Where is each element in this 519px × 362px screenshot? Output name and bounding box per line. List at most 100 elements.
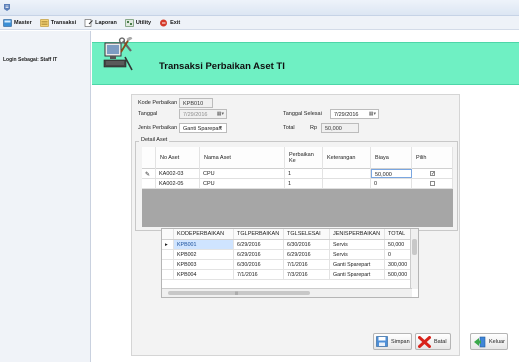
cell-tgl[interactable]: 7/1/2016 — [234, 270, 284, 279]
cell-biaya[interactable]: 50,000 — [371, 169, 412, 178]
menu-exit[interactable]: Exit — [159, 19, 180, 27]
col-total[interactable]: TOTAL — [385, 229, 412, 239]
kode-field: KPB010 — [179, 98, 213, 108]
cell-total[interactable]: 50,000 — [385, 240, 412, 249]
menu-master[interactable]: Master — [3, 18, 32, 27]
detail-aset-group: Detail Aset No Aset Nama Aset Perbaikan … — [135, 137, 458, 231]
scroll-thumb[interactable] — [412, 239, 417, 255]
cell-total[interactable]: 500,000 — [385, 270, 412, 279]
kode-value: KPB010 — [183, 101, 204, 107]
cell-pilih[interactable] — [412, 179, 453, 188]
col-keterangan[interactable]: Keterangan — [323, 147, 371, 169]
cell-jenis[interactable]: Ganti Sparepart — [330, 260, 385, 269]
pilih-checkbox-checked[interactable]: ✓ — [430, 171, 435, 177]
table-row[interactable]: KPB002 6/29/2016 6/29/2016 Servis 0 — [162, 250, 412, 260]
scroll-thumb[interactable] — [168, 291, 310, 295]
cell-selesai[interactable]: 7/1/2016 — [284, 260, 330, 269]
table-row[interactable]: KPB004 7/1/2016 7/3/2016 Ganti Sparepart… — [162, 270, 412, 280]
header-band: Transaksi Perbaikan Aset TI — [92, 37, 519, 85]
save-icon — [376, 336, 388, 347]
horizontal-scrollbar[interactable]: ||| — [162, 288, 412, 297]
row-marker — [162, 270, 174, 279]
col-nama-aset[interactable]: Nama Aset — [200, 147, 285, 169]
menu-laporan[interactable]: Laporan — [84, 18, 117, 27]
cell-selesai[interactable]: 6/30/2016 — [284, 240, 330, 249]
cell-total[interactable]: 0 — [385, 250, 412, 259]
current-row-icon: ▸ — [162, 240, 174, 249]
cell-selesai[interactable]: 7/3/2016 — [284, 270, 330, 279]
cell-pilih[interactable]: ✓ — [412, 169, 453, 178]
vertical-scrollbar[interactable] — [410, 229, 418, 289]
col-pilih[interactable]: Pilih — [412, 147, 453, 169]
menu-utility[interactable]: Utility — [125, 18, 151, 27]
window-titlebar — [0, 0, 519, 16]
cell-selesai[interactable]: 6/29/2016 — [284, 250, 330, 259]
sidebar: Login Sebagai: Staff IT — [0, 31, 91, 362]
batal-label: Batal — [434, 338, 447, 345]
menu-transaksi-label: Transaksi — [50, 19, 77, 26]
keluar-button[interactable]: Keluar — [470, 333, 508, 350]
col-jenisperbaikan[interactable]: JENISPERBAIKAN — [330, 229, 385, 239]
cell-kode[interactable]: KPB004 — [174, 270, 234, 279]
cell-nama-aset[interactable]: CPU — [200, 169, 285, 178]
cell-no-aset[interactable]: KA002-05 — [156, 179, 200, 188]
form-panel: Kode Perbaikan KPB010 Tanggal 7/29/2016 … — [131, 94, 460, 356]
menu-transaksi[interactable]: Transaksi — [39, 18, 77, 27]
cell-nama-aset[interactable]: CPU — [200, 179, 285, 188]
cell-keterangan[interactable] — [323, 179, 371, 188]
col-biaya[interactable]: Biaya — [371, 147, 412, 169]
jenis-value: Ganti Sparepart — [183, 126, 222, 132]
detail-aset-grid[interactable]: No Aset Nama Aset Perbaikan Ke Keteranga… — [142, 147, 453, 227]
edit-row-icon: ✎ — [142, 169, 156, 178]
table-row[interactable]: KPB003 6/30/2016 7/1/2016 Ganti Sparepar… — [162, 260, 412, 270]
table-row[interactable]: ▸ KPB001 6/29/2016 6/30/2016 Servis 50,0… — [162, 240, 412, 250]
cell-jenis[interactable]: Servis — [330, 250, 385, 259]
cell-kode[interactable]: KPB002 — [174, 250, 234, 259]
history-grid[interactable]: KODEPERBAIKAN TGLPERBAIKAN TGLSELESAI JE… — [161, 228, 419, 298]
kode-label: Kode Perbaikan — [138, 100, 178, 106]
pilih-checkbox[interactable] — [430, 181, 435, 186]
batal-button[interactable]: Batal — [415, 333, 451, 350]
cell-kode[interactable]: KPB003 — [174, 260, 234, 269]
total-value: 50,000 — [325, 126, 342, 132]
cancel-icon — [418, 335, 431, 348]
tgl-selesai-picker[interactable]: 7/29/2016 ▦▾ — [330, 109, 379, 119]
master-icon — [3, 18, 12, 27]
row-header-corner — [162, 229, 174, 239]
main-content: Transaksi Perbaikan Aset TI Kode Perbaik… — [92, 31, 519, 362]
laporan-icon — [84, 18, 93, 27]
table-row[interactable]: KA002-05 CPU 1 0 — [142, 179, 453, 189]
cell-tgl[interactable]: 6/30/2016 — [234, 260, 284, 269]
cell-perbaikan-ke[interactable]: 1 — [285, 179, 323, 188]
utility-icon — [125, 18, 134, 27]
col-tglperbaikan[interactable]: TGLPERBAIKAN — [234, 229, 284, 239]
cell-tgl[interactable]: 6/29/2016 — [234, 250, 284, 259]
col-tglselesai[interactable]: TGLSELESAI — [284, 229, 330, 239]
cell-no-aset[interactable]: KA002-03 — [156, 169, 200, 178]
calendar-icon: ▦▾ — [216, 111, 224, 117]
cell-tgl[interactable]: 6/29/2016 — [234, 240, 284, 249]
history-grid-header: KODEPERBAIKAN TGLPERBAIKAN TGLSELESAI JE… — [162, 229, 412, 240]
cell-perbaikan-ke[interactable]: 1 — [285, 169, 323, 178]
col-perbaikan-ke[interactable]: Perbaikan Ke — [285, 147, 323, 169]
keluar-label: Keluar — [489, 338, 505, 345]
cell-jenis[interactable]: Ganti Sparepart — [330, 270, 385, 279]
login-status: Login Sebagai: Staff IT — [3, 57, 58, 63]
jenis-dropdown[interactable]: Ganti Sparepart ▼ — [179, 123, 227, 133]
cell-keterangan[interactable] — [323, 169, 371, 178]
jenis-label: Jenis Perbaikan — [138, 125, 178, 131]
detail-grid-header: No Aset Nama Aset Perbaikan Ke Keteranga… — [142, 147, 453, 169]
cell-total[interactable]: 300,000 — [385, 260, 412, 269]
cell-jenis[interactable]: Servis — [330, 240, 385, 249]
cell-biaya[interactable]: 0 — [371, 179, 412, 188]
col-no-aset[interactable]: No Aset — [156, 147, 200, 169]
table-row[interactable]: ✎ KA002-03 CPU 1 50,000 ✓ — [142, 169, 453, 179]
col-kodeperbaikan[interactable]: KODEPERBAIKAN — [174, 229, 234, 239]
total-field: 50,000 — [321, 123, 359, 133]
simpan-button[interactable]: Simpan — [373, 333, 412, 350]
cell-kode[interactable]: KPB001 — [174, 240, 234, 249]
tanggal-label: Tanggal — [138, 111, 158, 117]
menu-bar: Master Transaksi Laporan Utility Exit — [0, 16, 519, 30]
calendar-icon[interactable]: ▦▾ — [369, 111, 376, 117]
menu-exit-label: Exit — [170, 19, 181, 26]
